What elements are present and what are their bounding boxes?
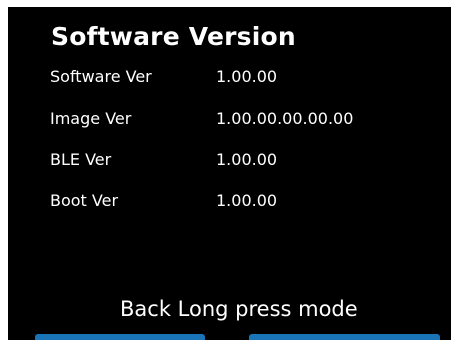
back-long-press-hint: Back Long press mode <box>120 297 358 321</box>
info-label: Software Ver <box>50 67 152 86</box>
info-label: BLE Ver <box>50 150 112 169</box>
left-softkey-button[interactable] <box>35 334 205 340</box>
right-softkey-button[interactable] <box>249 334 440 340</box>
page-title: Software Version <box>51 22 296 51</box>
device-screen: Software Version Software Ver 1.00.00 Im… <box>8 7 451 340</box>
info-label: Image Ver <box>50 109 132 128</box>
info-value: 1.00.00 <box>216 67 278 86</box>
info-value: 1.00.00 <box>216 150 278 169</box>
info-label: Boot Ver <box>50 191 119 210</box>
info-value: 1.00.00 <box>216 191 278 210</box>
info-value: 1.00.00.00.00.00 <box>216 109 354 128</box>
